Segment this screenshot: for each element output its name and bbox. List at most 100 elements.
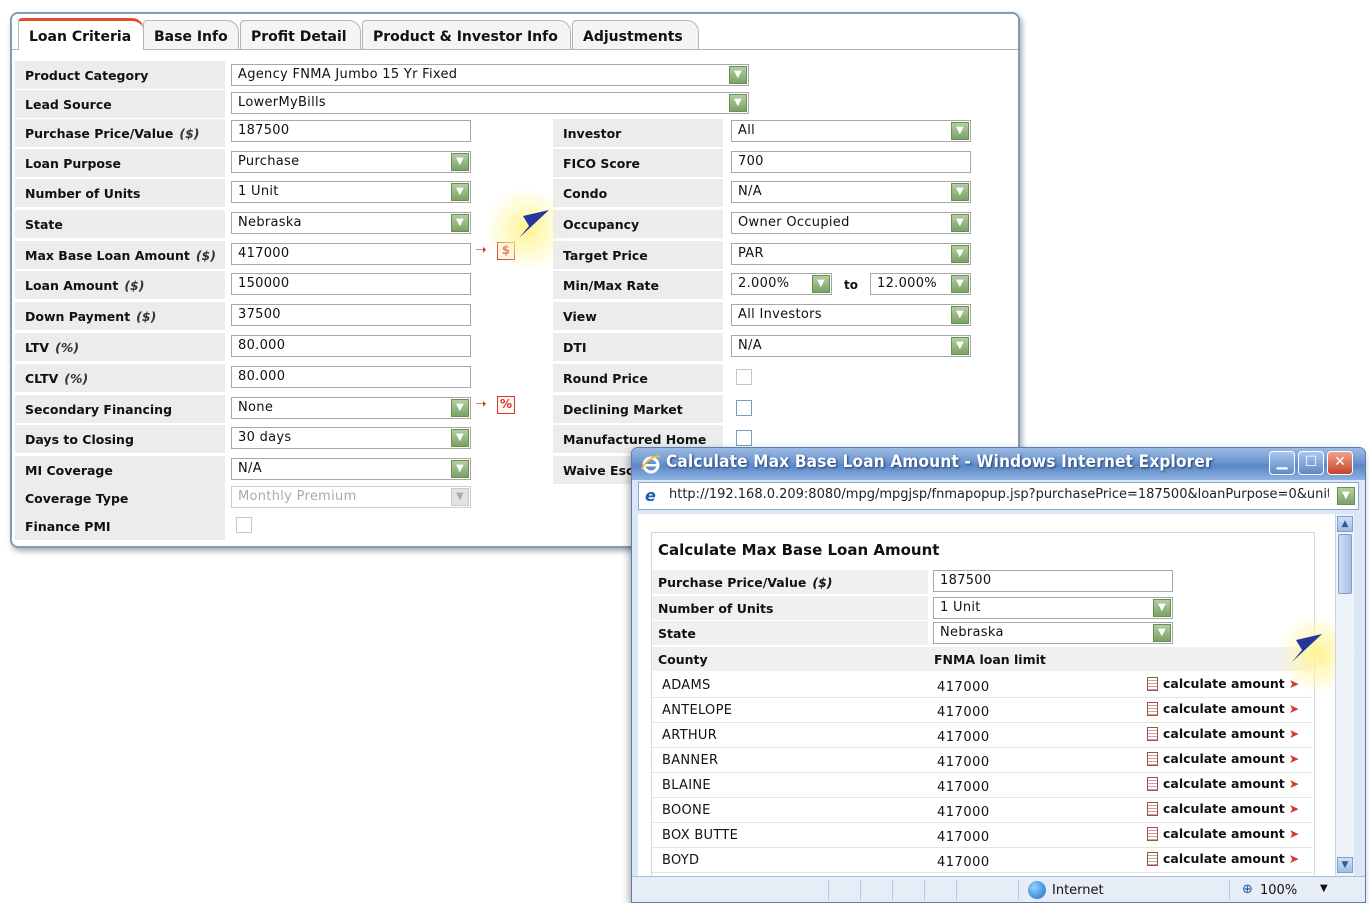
chevron-down-icon: ▼ <box>451 488 469 506</box>
round-price-checkbox[interactable] <box>736 369 752 385</box>
status-divider <box>892 880 893 900</box>
tab-loan-criteria[interactable]: Loan Criteria <box>18 18 144 50</box>
calculate-amount-link[interactable]: calculate amount ➤ <box>1147 826 1299 841</box>
chevron-down-icon: ▼ <box>1153 624 1171 642</box>
loan-limit: 417000 <box>937 680 990 695</box>
chevron-down-icon: ▼ <box>812 275 830 293</box>
max-rate-select[interactable]: 12.000% ▼ <box>870 273 971 295</box>
scroll-up-button[interactable]: ▲ <box>1337 516 1353 532</box>
arrow-right-icon: ➤ <box>1288 851 1300 866</box>
chevron-down-icon: ▼ <box>951 214 969 232</box>
cltv-label: CLTV (%) <box>15 364 225 392</box>
condo-label: Condo <box>553 179 723 207</box>
vertical-scrollbar[interactable]: ▲ ▼ <box>1335 514 1354 876</box>
target-price-label: Target Price <box>553 241 723 269</box>
tab-adjustments[interactable]: Adjustments <box>572 20 699 50</box>
maximize-button[interactable]: ☐ <box>1298 451 1324 475</box>
state-select[interactable]: Nebraska ▼ <box>231 212 471 234</box>
calculator-icon <box>1147 777 1158 791</box>
pointer-arrow-icon <box>1292 634 1322 662</box>
address-bar[interactable]: e http://192.168.0.209:8080/mpg/mpgjsp/f… <box>638 482 1359 510</box>
lead-source-select[interactable]: LowerMyBills ▼ <box>231 92 749 114</box>
calculate-amount-link[interactable]: calculate amount ➤ <box>1147 776 1299 791</box>
max-base-loan-input[interactable]: 417000 <box>231 243 471 265</box>
mi-coverage-select[interactable]: N/A ▼ <box>231 458 471 480</box>
purchase-price-input[interactable]: 187500 <box>231 120 471 142</box>
investor-select[interactable]: All ▼ <box>731 120 971 142</box>
calculate-amount-link[interactable]: calculate amount ➤ <box>1147 801 1299 816</box>
arrow-right-icon: ➤ <box>1288 826 1300 841</box>
calculate-amount-link[interactable]: calculate amount ➤ <box>1147 751 1299 766</box>
occupancy-select[interactable]: Owner Occupied ▼ <box>731 212 971 234</box>
loan-limit: 417000 <box>937 705 990 720</box>
fico-score-input[interactable]: 700 <box>731 151 971 173</box>
loan-amount-label: Loan Amount ($) <box>15 271 225 299</box>
condo-select[interactable]: N/A ▼ <box>731 181 971 203</box>
down-payment-input[interactable]: 37500 <box>231 304 471 326</box>
calculate-amount-link[interactable]: calculate amount ➤ <box>1147 851 1299 866</box>
status-divider <box>828 880 829 900</box>
days-to-closing-select[interactable]: 30 days ▼ <box>231 427 471 449</box>
calculator-icon <box>1147 852 1158 866</box>
address-url[interactable]: http://192.168.0.209:8080/mpg/mpgjsp/fnm… <box>669 487 1329 502</box>
number-of-units-select[interactable]: 1 Unit ▼ <box>231 181 471 203</box>
loan-purpose-select[interactable]: Purchase ▼ <box>231 151 471 173</box>
dti-select[interactable]: N/A ▼ <box>731 335 971 357</box>
arrow-right-icon: ➤ <box>1288 701 1300 716</box>
chevron-down-icon: ▼ <box>451 429 469 447</box>
tab-product-investor-info[interactable]: Product & Investor Info <box>362 20 571 50</box>
popup-units-select[interactable]: 1 Unit ▼ <box>933 597 1173 619</box>
popup-title-bar[interactable]: Calculate Max Base Loan Amount - Windows… <box>632 448 1365 480</box>
close-button[interactable]: ✕ <box>1327 451 1353 475</box>
loan-limit: 417000 <box>937 830 990 845</box>
scroll-down-button[interactable]: ▼ <box>1337 857 1353 873</box>
chevron-down-icon: ▼ <box>951 245 969 263</box>
secondary-financing-select[interactable]: None ▼ <box>231 397 471 419</box>
state-label: State <box>15 210 225 238</box>
coverage-type-select: Monthly Premium ▼ <box>231 486 471 508</box>
loan-amount-input[interactable]: 150000 <box>231 273 471 295</box>
status-bar: Internet ⊕ 100% ▼ <box>632 876 1365 902</box>
declining-market-checkbox[interactable] <box>736 400 752 416</box>
tab-base-info[interactable]: Base Info <box>143 20 239 50</box>
chevron-down-icon: ▼ <box>451 460 469 478</box>
cltv-input[interactable]: 80.000 <box>231 366 471 388</box>
zoom-level[interactable]: 100% <box>1260 883 1297 898</box>
chevron-down-icon: ▼ <box>729 94 747 112</box>
pointer-arrow-icon <box>519 210 549 238</box>
calculate-amount-link[interactable]: calculate amount ➤ <box>1147 701 1299 716</box>
table-row: ANTELOPE 417000 calculate amount ➤ <box>652 697 1312 723</box>
product-category-value: Agency FNMA Jumbo 15 Yr Fixed <box>238 67 458 82</box>
lead-source-label: Lead Source <box>15 90 225 118</box>
view-select[interactable]: All Investors ▼ <box>731 304 971 326</box>
tab-profit-detail[interactable]: Profit Detail <box>240 20 361 50</box>
scroll-thumb[interactable] <box>1338 534 1352 594</box>
table-row: ADAMS 417000 calculate amount ➤ <box>652 672 1312 698</box>
manufactured-home-checkbox[interactable] <box>736 430 752 446</box>
calculate-percent-icon[interactable]: % <box>497 396 515 414</box>
zoom-dropdown-icon[interactable]: ▼ <box>1320 883 1328 894</box>
chevron-down-icon: ▼ <box>1337 487 1355 505</box>
ltv-input[interactable]: 80.000 <box>231 335 471 357</box>
calculate-amount-link[interactable]: calculate amount ➤ <box>1147 676 1299 691</box>
security-zone: Internet <box>1052 883 1104 898</box>
county-name: BANNER <box>662 753 719 768</box>
product-category-select[interactable]: Agency FNMA Jumbo 15 Yr Fixed ▼ <box>231 64 749 86</box>
max-base-loan-label: Max Base Loan Amount ($) <box>15 241 225 269</box>
county-column-header: County <box>652 647 928 671</box>
target-price-select[interactable]: PAR ▼ <box>731 243 971 265</box>
loan-limit: 417000 <box>937 855 990 870</box>
loan-limit: 417000 <box>937 730 990 745</box>
arrow-right-icon: ➝ <box>475 396 487 412</box>
popup-purchase-price-input[interactable]: 187500 <box>933 570 1173 592</box>
minimize-button[interactable]: ▁ <box>1269 451 1295 475</box>
calculate-amount-link[interactable]: calculate amount ➤ <box>1147 726 1299 741</box>
finance-pmi-checkbox[interactable] <box>236 517 252 533</box>
arrow-right-icon: ➤ <box>1288 726 1300 741</box>
popup-state-select[interactable]: Nebraska ▼ <box>933 622 1173 644</box>
status-divider <box>956 880 957 900</box>
status-divider <box>1018 880 1019 900</box>
calculator-icon <box>1147 752 1158 766</box>
min-rate-select[interactable]: 2.000% ▼ <box>731 273 832 295</box>
address-dropdown[interactable]: ▼ <box>1334 486 1356 508</box>
